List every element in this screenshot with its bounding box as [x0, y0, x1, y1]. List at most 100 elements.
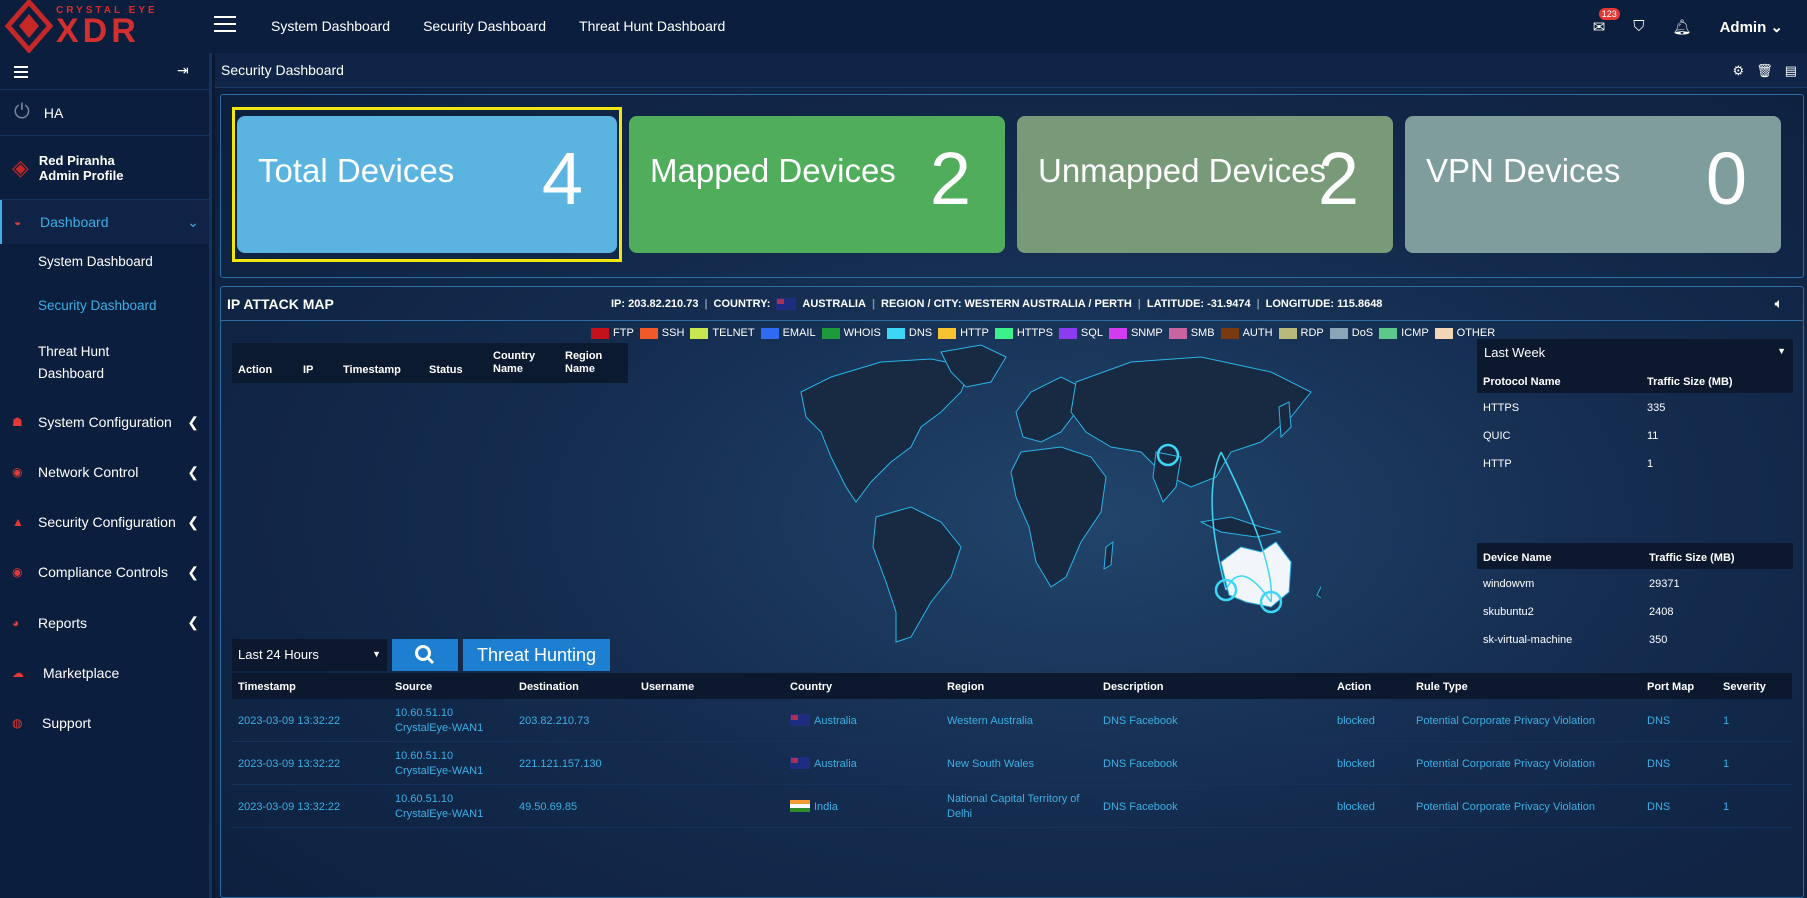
traffic-period-select[interactable]: Last Week ▼: [1477, 339, 1793, 367]
cell-timestamp[interactable]: 2023-03-09 13:32:22: [238, 757, 340, 771]
sidebar-sub-system-dashboard[interactable]: System Dashboard: [0, 254, 209, 298]
cell-rule-type[interactable]: Potential Corporate Privacy Violation: [1416, 800, 1595, 814]
cell-description[interactable]: DNS Facebook: [1103, 757, 1178, 771]
total-devices-card[interactable]: Total Devices 4: [237, 116, 617, 253]
cell-source-ip[interactable]: 10.60.51.10: [395, 792, 453, 806]
cell-action[interactable]: blocked: [1337, 800, 1375, 814]
cell-country[interactable]: India: [814, 800, 838, 814]
sidebar-item-system-configuration[interactable]: ☗ System Configuration ❮: [0, 397, 209, 447]
menu-toggle-icon[interactable]: [214, 16, 236, 34]
col-timestamp: Timestamp: [343, 364, 401, 376]
cell-region[interactable]: Western Australia: [947, 714, 1033, 728]
vpn-devices-card[interactable]: VPN Devices 0: [1405, 116, 1781, 253]
cell-source-iface[interactable]: CrystalEye-WAN1: [395, 764, 483, 778]
sidebar-sub-threat-hunt-dashboard[interactable]: Threat Hunt Dashboard: [0, 338, 130, 397]
map-ip: IP: 203.82.210.73: [611, 298, 699, 310]
legend-label: TELNET: [712, 327, 755, 339]
table-row[interactable]: 2023-03-09 13:32:22 10.60.51.10 CrystalE…: [232, 699, 1792, 742]
protocol-name: QUIC: [1483, 430, 1511, 442]
cell-source-iface[interactable]: CrystalEye-WAN1: [395, 807, 483, 821]
cell-timestamp[interactable]: 2023-03-09 13:32:22: [238, 800, 340, 814]
card-value: 0: [1705, 137, 1747, 220]
table-row: HTTP 1: [1477, 449, 1793, 477]
protocol-size: 11: [1647, 430, 1659, 442]
cell-country[interactable]: Australia: [814, 714, 857, 728]
map-country: AUSTRALIA: [802, 298, 866, 310]
table-row: windowvm 29371: [1477, 569, 1793, 597]
reports-icon: ◕: [12, 615, 20, 630]
cell-description[interactable]: DNS Facebook: [1103, 800, 1178, 814]
event-period-select[interactable]: Last 24 Hours ▼: [232, 639, 387, 671]
sidebar-item-marketplace[interactable]: ☁ Marketplace: [0, 648, 209, 698]
cell-region[interactable]: New South Wales: [947, 757, 1034, 771]
sidebar-item-compliance-controls[interactable]: ◉ Compliance Controls ❮: [0, 547, 209, 597]
cell-country[interactable]: Australia: [814, 757, 857, 771]
mapped-devices-card[interactable]: Mapped Devices 2: [629, 116, 1005, 253]
cell-source-iface[interactable]: CrystalEye-WAN1: [395, 721, 483, 735]
legend-swatch: [639, 327, 658, 339]
logo-mark-icon: [4, 0, 54, 53]
sidebar-item-reports[interactable]: ◕ Reports ❮: [0, 597, 209, 648]
cell-source-ip[interactable]: 10.60.51.10: [395, 706, 453, 720]
sidebar-profile[interactable]: ◈ Red Piranha Admin Profile: [0, 136, 209, 200]
cell-port-map[interactable]: DNS: [1647, 757, 1670, 771]
cell-description[interactable]: DNS Facebook: [1103, 714, 1178, 728]
table-row[interactable]: 2023-03-09 13:32:22 10.60.51.10 CrystalE…: [232, 785, 1792, 828]
cell-destination[interactable]: 221.121.157.130: [519, 757, 602, 771]
shield-icon[interactable]: ⛉: [1633, 18, 1644, 35]
cell-rule-type[interactable]: Potential Corporate Privacy Violation: [1416, 714, 1595, 728]
chevron-down-icon: ⌄: [1770, 18, 1783, 36]
book-icon[interactable]: ▤: [1785, 63, 1797, 79]
cell-port-map[interactable]: DNS: [1647, 800, 1670, 814]
world-map: [800, 344, 1321, 643]
sidebar-item-dashboard[interactable]: ◒ Dashboard ⌄: [0, 200, 209, 244]
cell-severity[interactable]: 1: [1723, 714, 1729, 728]
bell-icon[interactable]: 🔔︎: [1673, 18, 1692, 36]
protocol-name: HTTPS: [1483, 402, 1520, 414]
map-country-label: COUNTRY:: [713, 298, 771, 310]
sidebar-collapse-icon[interactable]: [14, 66, 28, 81]
cell-region-line2[interactable]: Delhi: [947, 807, 972, 821]
search-button[interactable]: [392, 639, 458, 671]
settings-icon[interactable]: ⚙: [1733, 63, 1745, 79]
mail-icon[interactable]: ✉ 123: [1593, 7, 1620, 36]
sidebar-item-security-configuration[interactable]: ▲ Security Configuration ❮: [0, 497, 209, 547]
chevron-left-icon: ❮: [187, 413, 199, 430]
admin-menu[interactable]: Admin ⌄: [1720, 18, 1783, 36]
legend-swatch: [690, 327, 709, 339]
cell-source-ip[interactable]: 10.60.51.10: [395, 749, 453, 763]
cell-port-map[interactable]: DNS: [1647, 714, 1670, 728]
cell-rule-type[interactable]: Potential Corporate Privacy Violation: [1416, 757, 1595, 771]
cell-severity[interactable]: 1: [1723, 800, 1729, 814]
sidebar-item-network-control[interactable]: ◉ Network Control ❮: [0, 447, 209, 497]
cell-destination[interactable]: 203.82.210.73: [519, 714, 589, 728]
cell-timestamp[interactable]: 2023-03-09 13:32:22: [238, 714, 340, 728]
chevron-left-icon: ❮: [187, 463, 199, 480]
device-traffic-table: Device Name Traffic Size (MB) windowvm 2…: [1477, 543, 1793, 653]
breadcrumb-bar: Security Dashboard ⚙ 🗑︎ ▤: [215, 53, 1807, 88]
table-row[interactable]: 2023-03-09 13:32:22 10.60.51.10 CrystalE…: [232, 742, 1792, 785]
topnav-security-dashboard[interactable]: Security Dashboard: [423, 18, 546, 34]
legend-item: SSH: [639, 327, 684, 339]
cell-action[interactable]: blocked: [1337, 714, 1375, 728]
threat-hunting-button[interactable]: Threat Hunting: [463, 639, 610, 671]
logout-icon[interactable]: ⇥: [177, 62, 189, 79]
cell-severity[interactable]: 1: [1723, 757, 1729, 771]
sidebar-item-label: Security Configuration: [38, 514, 176, 530]
chevron-left-icon: ❮: [187, 563, 199, 580]
sidebar-item-support[interactable]: ◍ Support: [0, 698, 209, 748]
topnav-system-dashboard[interactable]: System Dashboard: [271, 18, 390, 34]
device-name: windowvm: [1483, 578, 1535, 590]
map-latitude: LATITUDE: -31.9474: [1146, 298, 1251, 310]
speaker-icon[interactable]: 🔈︎: [1775, 295, 1783, 312]
topnav-threat-hunt-dashboard[interactable]: Threat Hunt Dashboard: [579, 18, 725, 34]
sidebar-sub-security-dashboard[interactable]: Security Dashboard: [0, 298, 209, 338]
crystal-eye-logo[interactable]: CRYSTAL EYE XDR: [0, 0, 180, 53]
legend-swatch: [1379, 327, 1398, 339]
cell-action[interactable]: blocked: [1337, 757, 1375, 771]
cell-region[interactable]: National Capital Territory of: [947, 792, 1079, 806]
cell-destination[interactable]: 49.50.69.85: [519, 800, 577, 814]
sidebar-ha[interactable]: ⏻ HA: [0, 89, 209, 136]
unmapped-devices-card[interactable]: Unmapped Devices 2: [1017, 116, 1393, 253]
trash-icon[interactable]: 🗑︎: [1756, 63, 1773, 79]
